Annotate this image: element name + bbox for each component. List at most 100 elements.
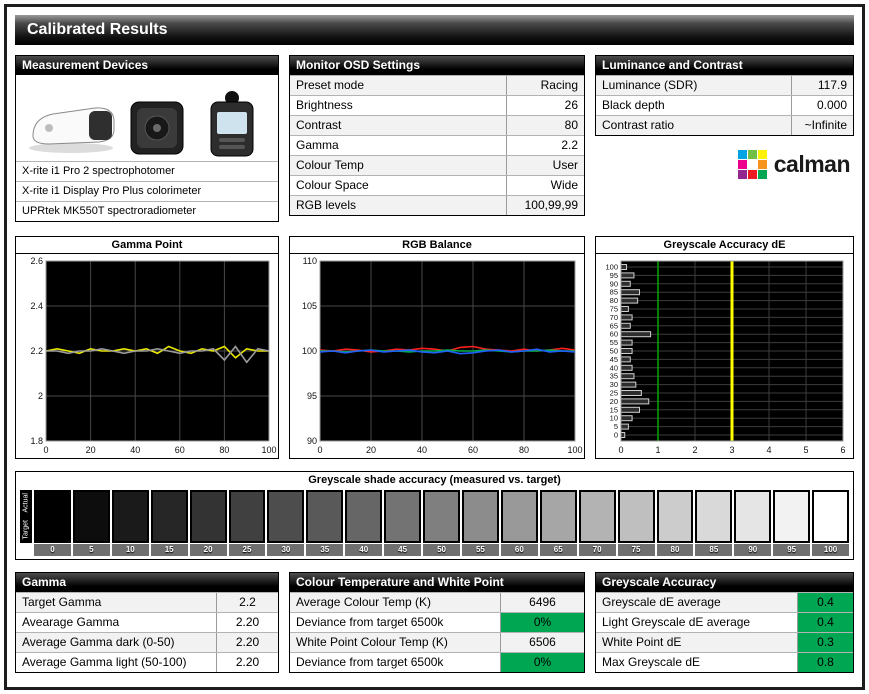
greyscale-accuracy-panel: Greyscale Accuracy Greyscale dE average0…	[595, 572, 854, 673]
greyscale-strip: Greyscale shade accuracy (measured vs. t…	[15, 471, 854, 560]
svg-text:90: 90	[307, 436, 317, 446]
greyscale-cell: 35	[306, 490, 343, 556]
svg-text:40: 40	[130, 445, 140, 455]
greyscale-swatch	[229, 490, 266, 543]
de-bar	[621, 365, 632, 370]
greyscale-swatch	[267, 490, 304, 543]
greyscale-swatch	[579, 490, 616, 543]
spectrophotometer-photo	[29, 108, 114, 153]
greyscale-level-label: 85	[695, 544, 732, 556]
greyscale-level-label: 45	[384, 544, 421, 556]
device-name-row: X-rite i1 Display Pro Plus colorimeter	[16, 181, 278, 201]
gamma-summary-panel: Gamma Target Gamma2.2Avearage Gamma2.20A…	[15, 572, 279, 673]
de-bar	[621, 382, 636, 387]
table-row: Contrast ratio~Infinite	[596, 115, 853, 135]
de-bar	[621, 407, 640, 412]
greyscale-accuracy-title: Greyscale Accuracy	[596, 573, 853, 592]
de-bar	[621, 416, 632, 421]
greyscale-cell: 40	[345, 490, 382, 556]
logo-square	[748, 150, 757, 159]
de-bar	[621, 273, 634, 278]
greyscale-swatch	[384, 490, 421, 543]
strip-actual-label: Actual	[20, 490, 32, 517]
colour-temperature-panel: Colour Temperature and White Point Avera…	[289, 572, 585, 673]
de-bar	[621, 315, 632, 320]
calibration-report-page: Calibrated Results Measurement Devices	[4, 4, 865, 690]
greyscale-swatch	[501, 490, 538, 543]
svg-text:100: 100	[605, 263, 618, 272]
greyscale-level-label: 55	[462, 544, 499, 556]
strip-target-label: Target	[20, 517, 32, 544]
greyscale-strip-title: Greyscale shade accuracy (measured vs. t…	[20, 474, 849, 490]
svg-text:80: 80	[610, 296, 618, 305]
svg-text:30: 30	[610, 380, 618, 389]
table-row: Brightness26	[290, 95, 584, 115]
svg-text:45: 45	[610, 355, 618, 364]
greyscale-level-label: 65	[540, 544, 577, 556]
device-name-row: UPRtek MK550T spectroradiometer	[16, 201, 278, 221]
greyscale-cell: 75	[618, 490, 655, 556]
svg-text:100: 100	[302, 346, 317, 356]
row-label: Colour Temp	[290, 156, 506, 175]
greyscale-cell: 10	[112, 490, 149, 556]
greyscale-swatch	[345, 490, 382, 543]
greyscale-cell: 25	[229, 490, 266, 556]
gamma-point-chart: 1.822.22.42.6020406080100	[16, 254, 278, 458]
row-label: White Point dE	[596, 633, 797, 652]
svg-text:5: 5	[614, 422, 618, 431]
greyscale-cell: 30	[267, 490, 304, 556]
greyscale-swatch	[112, 490, 149, 543]
row-label: Contrast ratio	[596, 116, 791, 135]
svg-text:15: 15	[610, 405, 618, 414]
row-label: Light Greyscale dE average	[596, 613, 797, 632]
row-label: Average Gamma light (50-100)	[16, 653, 216, 672]
greyscale-cell: 100	[812, 490, 849, 556]
greyscale-swatch	[540, 490, 577, 543]
row-value: Wide	[506, 176, 584, 195]
svg-text:10: 10	[610, 414, 618, 423]
table-row: Average Gamma light (50-100)2.20	[16, 652, 278, 672]
svg-text:85: 85	[610, 288, 618, 297]
greyscale-cell: 45	[384, 490, 421, 556]
top-row: Measurement Devices	[15, 55, 854, 222]
greyscale-swatch	[618, 490, 655, 543]
row-value: 26	[506, 96, 584, 115]
table-row: Target Gamma2.2	[16, 592, 278, 612]
page-title-text: Calibrated Results	[27, 21, 167, 38]
de-bar	[621, 265, 627, 270]
row-label: Average Gamma dark (0-50)	[16, 633, 216, 652]
svg-text:50: 50	[610, 347, 618, 356]
row-label: Gamma	[290, 136, 506, 155]
calman-logo-text: calman	[774, 151, 850, 178]
svg-text:65: 65	[610, 321, 618, 330]
rgb-balance-chart-title: RGB Balance	[290, 237, 584, 254]
table-row: Greyscale dE average0.4	[596, 592, 853, 612]
svg-text:80: 80	[519, 445, 529, 455]
svg-text:1: 1	[655, 445, 660, 455]
luminance-contrast-table: Luminance (SDR)117.9Black depth0.000Cont…	[596, 75, 853, 135]
de-bar	[621, 323, 630, 328]
logo-square	[738, 150, 747, 159]
bottom-row: Gamma Target Gamma2.2Avearage Gamma2.20A…	[15, 572, 854, 673]
svg-text:70: 70	[610, 313, 618, 322]
greyscale-level-label: 100	[812, 544, 849, 556]
row-value-status: 0.4	[797, 613, 853, 632]
logo-square	[758, 170, 767, 179]
table-row: Colour SpaceWide	[290, 175, 584, 195]
greyscale-cell: 80	[657, 490, 694, 556]
greyscale-cell: 90	[734, 490, 771, 556]
de-bar	[621, 290, 640, 295]
greyscale-swatch	[695, 490, 732, 543]
svg-text:60: 60	[468, 445, 478, 455]
greyscale-swatch	[190, 490, 227, 543]
svg-text:40: 40	[610, 363, 618, 372]
greyscale-cell: 60	[501, 490, 538, 556]
table-row: Black depth0.000	[596, 95, 853, 115]
row-value: 6496	[500, 593, 584, 612]
greyscale-level-label: 5	[73, 544, 110, 556]
table-row: Gamma2.2	[290, 135, 584, 155]
row-value: 2.20	[216, 633, 278, 652]
greyscale-level-label: 95	[773, 544, 810, 556]
svg-text:20: 20	[610, 397, 618, 406]
greyscale-swatch	[34, 490, 71, 543]
